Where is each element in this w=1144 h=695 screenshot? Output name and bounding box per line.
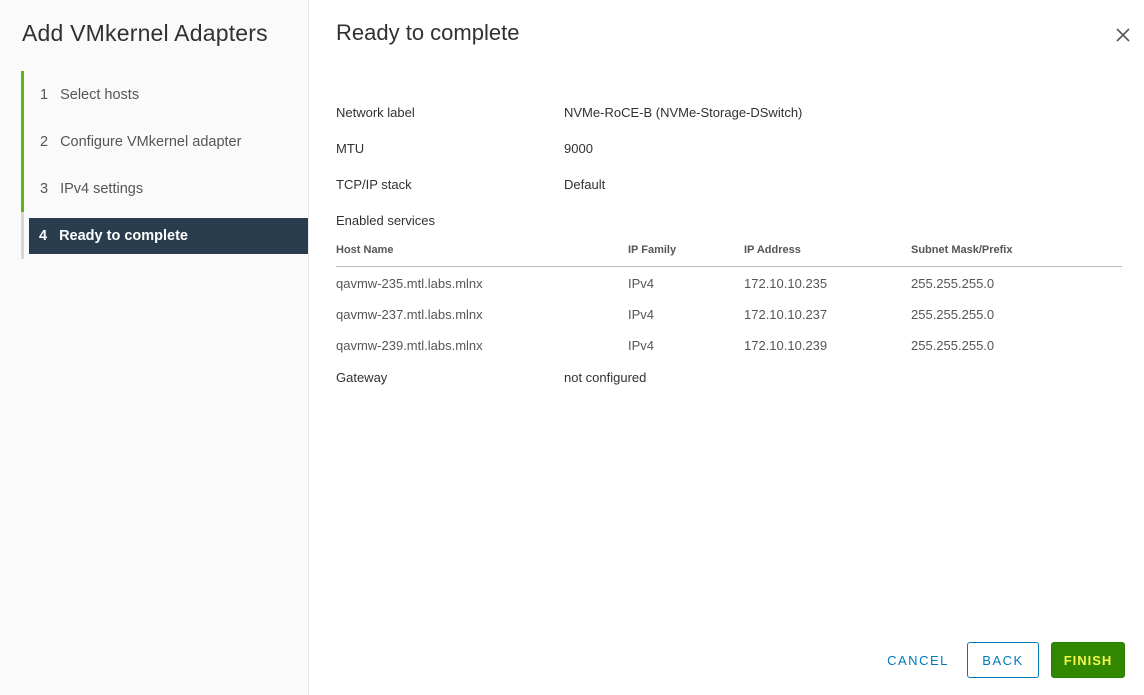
- column-header: Subnet Mask/Prefix: [911, 244, 1013, 256]
- wizard-steps: 1 Select hosts 2 Configure VMkernel adap…: [21, 71, 308, 259]
- field-label: MTU: [336, 141, 365, 156]
- step-number: 3: [40, 180, 49, 197]
- step-configure-vmkernel-adapter[interactable]: 2 Configure VMkernel adapter: [21, 118, 308, 165]
- ip-address-cell: 172.10.10.235: [744, 276, 828, 291]
- step-number: 4: [39, 227, 48, 244]
- host-name-cell: qavmw-237.mtl.labs.mlnx: [336, 307, 483, 322]
- step-number: 1: [40, 86, 49, 103]
- page-title: Ready to complete: [336, 20, 520, 45]
- host-name-cell: qavmw-239.mtl.labs.mlnx: [336, 338, 483, 353]
- field-label: Network label: [336, 105, 415, 120]
- step-label: IPv4 settings: [60, 180, 144, 197]
- network-label-row: Network label NVMe-RoCE-B (NVMe-Storage-…: [336, 105, 802, 120]
- step-label: Configure VMkernel adapter: [60, 133, 242, 150]
- table-row: qavmw-235.mtl.labs.mlnx IPv4 172.10.10.2…: [336, 267, 1122, 298]
- table-row: qavmw-239.mtl.labs.mlnx IPv4 172.10.10.2…: [336, 329, 1122, 360]
- ip-family-cell: IPv4: [628, 276, 655, 291]
- field-value: 9000: [564, 141, 593, 156]
- ip-family-cell: IPv4: [628, 338, 655, 353]
- column-header: IP Family: [628, 244, 677, 256]
- field-label: Enabled services: [336, 213, 435, 228]
- close-icon[interactable]: [1114, 26, 1132, 44]
- mtu-row: MTU 9000: [336, 141, 593, 156]
- wizard-title: Add VMkernel Adapters: [22, 20, 268, 46]
- finish-button[interactable]: FINISH: [1051, 642, 1125, 678]
- table-row: qavmw-237.mtl.labs.mlnx IPv4 172.10.10.2…: [336, 298, 1122, 329]
- field-value: Default: [564, 177, 606, 192]
- wizard-sidebar: Add VMkernel Adapters 1 Select hosts 2 C…: [0, 0, 309, 695]
- step-ipv4-settings[interactable]: 3 IPv4 settings: [21, 165, 308, 212]
- hosts-table: Host Name IP Family IP Address Subnet Ma…: [336, 244, 1122, 360]
- step-select-hosts[interactable]: 1 Select hosts: [21, 71, 308, 118]
- ip-address-cell: 172.10.10.239: [744, 338, 828, 353]
- column-header: IP Address: [744, 244, 801, 256]
- step-ready-to-complete[interactable]: 4 Ready to complete: [29, 217, 308, 254]
- tcpip-stack-row: TCP/IP stack Default: [336, 177, 605, 192]
- step-number: 2: [40, 133, 49, 150]
- field-value: NVMe-RoCE-B (NVMe-Storage-DSwitch): [564, 105, 803, 120]
- field-label: TCP/IP stack: [336, 177, 412, 192]
- enabled-services-row: Enabled services: [336, 213, 435, 228]
- column-header: Host Name: [336, 244, 394, 256]
- subnet-mask-cell: 255.255.255.0: [911, 338, 995, 353]
- step-label: Ready to complete: [59, 227, 188, 244]
- host-name-cell: qavmw-235.mtl.labs.mlnx: [336, 276, 483, 291]
- subnet-mask-cell: 255.255.255.0: [911, 307, 995, 322]
- subnet-mask-cell: 255.255.255.0: [911, 276, 995, 291]
- table-header: Host Name IP Family IP Address Subnet Ma…: [336, 244, 1122, 267]
- cancel-button[interactable]: CANCEL: [880, 642, 956, 678]
- ip-address-cell: 172.10.10.237: [744, 307, 828, 322]
- step-ready-to-complete-wrap: 4 Ready to complete: [21, 212, 308, 259]
- wizard-content: Ready to complete Network label NVMe-RoC…: [309, 0, 1144, 695]
- ip-family-cell: IPv4: [628, 307, 655, 322]
- field-value: not configured: [564, 370, 647, 385]
- back-button[interactable]: BACK: [967, 642, 1039, 678]
- field-label: Gateway: [336, 370, 388, 385]
- gateway-row: Gateway not configured: [336, 370, 646, 385]
- step-label: Select hosts: [60, 86, 140, 103]
